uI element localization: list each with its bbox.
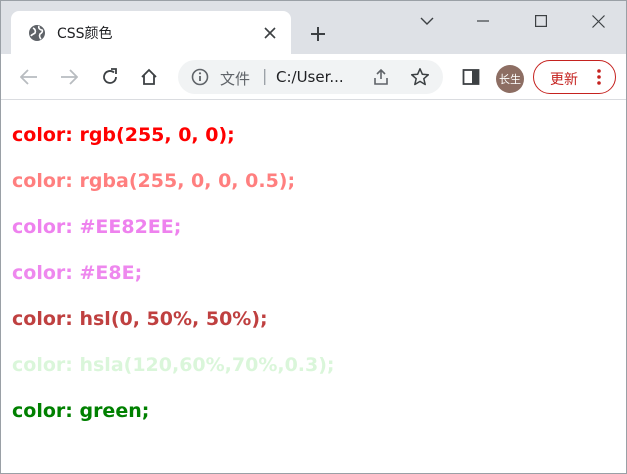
chevron-down-icon [420,17,434,25]
home-icon [141,68,157,85]
color-line-hsla: color: hsla(120,60%,70%,0.3); [12,354,335,376]
update-button[interactable]: 更新 [533,60,616,94]
window-close-button[interactable] [570,1,626,41]
tab-strip: CSS颜色 [1,1,626,54]
tab-search-button[interactable] [399,1,455,41]
active-tab[interactable]: CSS颜色 [11,11,291,54]
color-line-rgba: color: rgba(255, 0, 0, 0.5); [12,170,296,192]
close-icon [591,14,605,28]
minimize-button[interactable] [455,1,511,41]
share-icon[interactable] [371,67,391,87]
maximize-button[interactable] [513,1,569,41]
browser-window: CSS颜色 文件 | C:/User... 长生 更新 color: rgb(2… [0,0,627,474]
color-line-hex6: color: #EE82EE; [12,216,182,238]
color-line-hsl: color: hsl(0, 50%, 50%); [12,308,268,330]
address-scheme-label: 文件 [220,70,251,88]
more-vertical-icon [597,69,601,85]
close-icon[interactable] [261,24,279,42]
forward-button[interactable] [55,63,83,91]
arrow-left-icon [20,69,37,85]
back-button[interactable] [15,63,43,91]
plus-icon [311,27,325,41]
maximize-icon [535,15,547,27]
reload-button[interactable] [96,63,124,91]
arrow-right-icon [61,69,78,85]
avatar[interactable]: 长生 [496,65,524,93]
home-button[interactable] [135,63,163,91]
address-separator: | [262,66,268,85]
address-bar[interactable]: 文件 | C:/User... [178,60,443,94]
color-line-rgb: color: rgb(255, 0, 0); [12,124,235,146]
color-line-named: color: green; [12,400,150,422]
side-panel-button[interactable] [457,63,485,91]
side-panel-icon [462,69,480,85]
address-url[interactable]: C:/User... [276,68,344,86]
minimize-icon [477,20,489,22]
color-line-hex3: color: #E8E; [12,262,143,284]
globe-icon [29,25,45,41]
new-tab-button[interactable] [304,20,332,48]
update-label: 更新 [550,72,578,88]
reload-icon [103,68,117,84]
toolbar: 文件 | C:/User... 长生 更新 [1,54,626,100]
info-icon[interactable] [191,68,209,86]
star-icon[interactable] [410,67,430,87]
page-content: color: rgb(255, 0, 0); color: rgba(255, … [1,101,626,473]
tab-title: CSS颜色 [57,26,113,42]
